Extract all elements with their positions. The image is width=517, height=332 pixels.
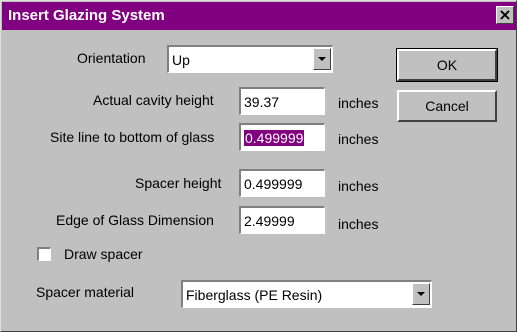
chevron-down-icon[interactable] bbox=[313, 48, 331, 70]
orientation-dropdown[interactable]: Up bbox=[167, 45, 333, 73]
edge-of-glass-value: 2.49999 bbox=[244, 213, 295, 229]
window-title: Insert Glazing System bbox=[8, 7, 165, 24]
ok-button[interactable]: OK bbox=[396, 48, 498, 82]
edge-of-glass-unit: inches bbox=[338, 216, 379, 232]
spacer-height-input[interactable]: 0.499999 bbox=[239, 169, 325, 197]
ok-button-label: OK bbox=[436, 57, 458, 73]
close-button[interactable]: × bbox=[496, 6, 514, 24]
orientation-value: Up bbox=[172, 52, 190, 68]
orientation-label: Orientation bbox=[77, 50, 146, 66]
site-line-input[interactable]: 0.499999 bbox=[239, 123, 325, 151]
spacer-material-label: Spacer material bbox=[36, 284, 135, 300]
cavity-height-unit: inches bbox=[338, 95, 379, 111]
spacer-height-value: 0.499999 bbox=[244, 176, 303, 192]
spacer-material-value: Fiberglass (PE Resin) bbox=[186, 287, 323, 303]
cancel-button[interactable]: Cancel bbox=[397, 90, 497, 122]
edge-of-glass-input[interactable]: 2.49999 bbox=[239, 206, 325, 234]
edge-of-glass-label: Edge of Glass Dimension bbox=[56, 212, 214, 228]
cancel-button-label: Cancel bbox=[425, 98, 469, 114]
draw-spacer-label[interactable]: Draw spacer bbox=[64, 244, 143, 264]
cavity-height-label: Actual cavity height bbox=[93, 92, 214, 108]
cavity-height-value: 39.37 bbox=[244, 94, 280, 110]
spacer-height-label: Spacer height bbox=[135, 175, 222, 191]
dialog-window: Insert Glazing System × Orientation Up A… bbox=[0, 0, 517, 332]
chevron-down-icon[interactable] bbox=[412, 283, 430, 305]
site-line-label: Site line to bottom of glass bbox=[50, 129, 215, 145]
close-icon: × bbox=[498, 5, 512, 24]
spacer-material-dropdown[interactable]: Fiberglass (PE Resin) bbox=[181, 280, 432, 308]
draw-spacer-checkbox[interactable] bbox=[37, 247, 51, 261]
spacer-height-unit: inches bbox=[338, 178, 379, 194]
site-line-unit: inches bbox=[338, 131, 379, 147]
cavity-height-input[interactable]: 39.37 bbox=[239, 87, 325, 115]
site-line-value: 0.499999 bbox=[244, 130, 305, 146]
title-bar[interactable]: Insert Glazing System × bbox=[2, 2, 516, 30]
